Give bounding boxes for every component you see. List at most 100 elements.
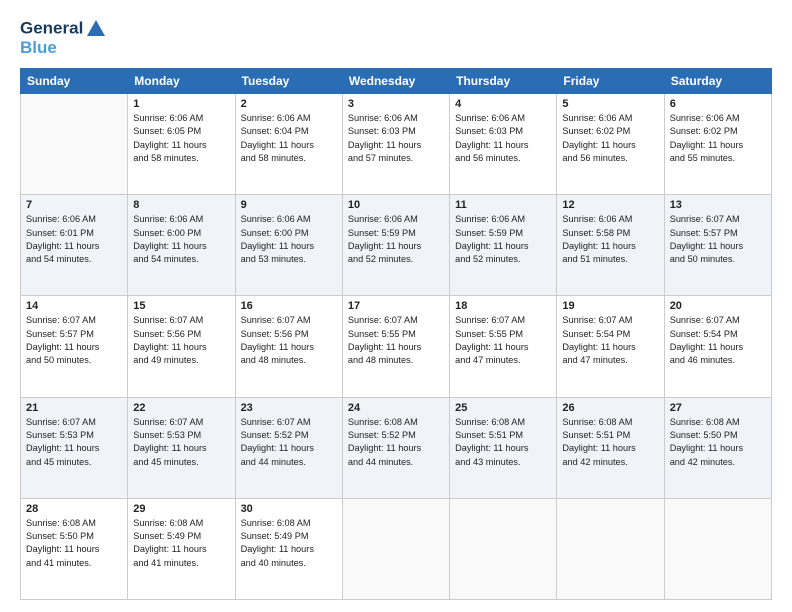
day-number: 2 — [241, 98, 337, 110]
day-info: Sunrise: 6:06 AMSunset: 5:59 PMDaylight:… — [455, 213, 551, 266]
calendar-week-3: 14 Sunrise: 6:07 AMSunset: 5:57 PMDayligh… — [21, 296, 772, 397]
day-info: Sunrise: 6:08 AMSunset: 5:50 PMDaylight:… — [670, 416, 766, 469]
calendar-cell: 5Sunrise: 6:06 AMSunset: 6:02 PMDaylight… — [557, 94, 664, 195]
day-info: Sunrise: 6:07 AMSunset: 5:54 PMDaylight:… — [670, 314, 766, 367]
day-number: 23 — [241, 402, 337, 414]
day-number: 16 — [241, 300, 337, 312]
calendar-cell: 16 Sunrise: 6:07 AMSunset: 5:56 PMDayligh… — [235, 296, 342, 397]
calendar-cell: 10 Sunrise: 6:06 AMSunset: 5:59 PMDayligh… — [342, 195, 449, 296]
calendar-cell: 29 Sunrise: 6:08 AMSunset: 5:49 PMDayligh… — [128, 498, 235, 599]
calendar-cell: 11 Sunrise: 6:06 AMSunset: 5:59 PMDayligh… — [450, 195, 557, 296]
day-number: 8 — [133, 199, 229, 211]
day-info: Sunrise: 6:07 AMSunset: 5:53 PMDaylight:… — [26, 416, 122, 469]
calendar-cell: 19 Sunrise: 6:07 AMSunset: 5:54 PMDayligh… — [557, 296, 664, 397]
calendar-week-5: 28Sunrise: 6:08 AMSunset: 5:50 PMDayligh… — [21, 498, 772, 599]
calendar-table: SundayMondayTuesdayWednesdayThursdayFrid… — [20, 68, 772, 600]
day-info: Sunrise: 6:06 AMSunset: 6:05 PMDaylight:… — [133, 112, 229, 165]
weekday-tuesday: Tuesday — [235, 69, 342, 94]
day-number: 17 — [348, 300, 444, 312]
weekday-thursday: Thursday — [450, 69, 557, 94]
calendar-cell: 30 Sunrise: 6:08 AMSunset: 5:49 PMDayligh… — [235, 498, 342, 599]
weekday-header-row: SundayMondayTuesdayWednesdayThursdayFrid… — [21, 69, 772, 94]
day-number: 29 — [133, 503, 229, 515]
day-number: 26 — [562, 402, 658, 414]
day-number: 14 — [26, 300, 122, 312]
day-info: Sunrise: 6:08 AMSunset: 5:49 PMDaylight:… — [241, 517, 337, 570]
calendar-week-4: 21 Sunrise: 6:07 AMSunset: 5:53 PMDayligh… — [21, 397, 772, 498]
calendar-cell: 8Sunrise: 6:06 AMSunset: 6:00 PMDaylight… — [128, 195, 235, 296]
day-number: 30 — [241, 503, 337, 515]
calendar-cell: 20 Sunrise: 6:07 AMSunset: 5:54 PMDayligh… — [664, 296, 771, 397]
day-info: Sunrise: 6:07 AMSunset: 5:57 PMDaylight:… — [670, 213, 766, 266]
weekday-saturday: Saturday — [664, 69, 771, 94]
day-info: Sunrise: 6:07 AMSunset: 5:52 PMDaylight:… — [241, 416, 337, 469]
day-info: Sunrise: 6:06 AMSunset: 6:01 PMDaylight:… — [26, 213, 122, 266]
calendar-cell: 27 Sunrise: 6:08 AMSunset: 5:50 PMDayligh… — [664, 397, 771, 498]
day-number: 3 — [348, 98, 444, 110]
page: General Blue SundayMondayTuesdayWednesda… — [0, 0, 792, 612]
day-number: 13 — [670, 199, 766, 211]
calendar-body: 1 Sunrise: 6:06 AMSunset: 6:05 PMDaylight… — [21, 94, 772, 600]
day-number: 10 — [348, 199, 444, 211]
day-info: Sunrise: 6:07 AMSunset: 5:56 PMDaylight:… — [241, 314, 337, 367]
calendar-cell — [21, 94, 128, 195]
header: General Blue — [20, 18, 772, 58]
calendar-cell: 28Sunrise: 6:08 AMSunset: 5:50 PMDayligh… — [21, 498, 128, 599]
day-info: Sunrise: 6:07 AMSunset: 5:54 PMDaylight:… — [562, 314, 658, 367]
calendar-cell: 21 Sunrise: 6:07 AMSunset: 5:53 PMDayligh… — [21, 397, 128, 498]
day-info: Sunrise: 6:06 AMSunset: 6:03 PMDaylight:… — [348, 112, 444, 165]
day-number: 19 — [562, 300, 658, 312]
day-number: 1 — [133, 98, 229, 110]
day-info: Sunrise: 6:06 AMSunset: 5:59 PMDaylight:… — [348, 213, 444, 266]
day-number: 18 — [455, 300, 551, 312]
logo: General Blue — [20, 18, 107, 58]
day-number: 20 — [670, 300, 766, 312]
day-info: Sunrise: 6:07 AMSunset: 5:56 PMDaylight:… — [133, 314, 229, 367]
day-number: 7 — [26, 199, 122, 211]
calendar-header: SundayMondayTuesdayWednesdayThursdayFrid… — [21, 69, 772, 94]
day-number: 15 — [133, 300, 229, 312]
day-info: Sunrise: 6:06 AMSunset: 6:04 PMDaylight:… — [241, 112, 337, 165]
weekday-sunday: Sunday — [21, 69, 128, 94]
weekday-monday: Monday — [128, 69, 235, 94]
calendar-week-1: 1 Sunrise: 6:06 AMSunset: 6:05 PMDaylight… — [21, 94, 772, 195]
calendar-cell: 6Sunrise: 6:06 AMSunset: 6:02 PMDaylight… — [664, 94, 771, 195]
day-info: Sunrise: 6:06 AMSunset: 6:00 PMDaylight:… — [241, 213, 337, 266]
weekday-friday: Friday — [557, 69, 664, 94]
calendar-cell: 17 Sunrise: 6:07 AMSunset: 5:55 PMDayligh… — [342, 296, 449, 397]
day-number: 4 — [455, 98, 551, 110]
day-number: 24 — [348, 402, 444, 414]
day-info: Sunrise: 6:08 AMSunset: 5:51 PMDaylight:… — [455, 416, 551, 469]
calendar-week-2: 7 Sunrise: 6:06 AMSunset: 6:01 PMDaylight… — [21, 195, 772, 296]
day-number: 9 — [241, 199, 337, 211]
day-number: 21 — [26, 402, 122, 414]
calendar-cell: 1 Sunrise: 6:06 AMSunset: 6:05 PMDaylight… — [128, 94, 235, 195]
day-number: 11 — [455, 199, 551, 211]
calendar-cell: 18 Sunrise: 6:07 AMSunset: 5:55 PMDayligh… — [450, 296, 557, 397]
day-info: Sunrise: 6:06 AMSunset: 6:02 PMDaylight:… — [670, 112, 766, 165]
day-info: Sunrise: 6:06 AMSunset: 5:58 PMDaylight:… — [562, 213, 658, 266]
day-number: 25 — [455, 402, 551, 414]
logo-blue: Blue — [20, 38, 107, 58]
day-info: Sunrise: 6:07 AMSunset: 5:55 PMDaylight:… — [455, 314, 551, 367]
day-info: Sunrise: 6:06 AMSunset: 6:03 PMDaylight:… — [455, 112, 551, 165]
day-number: 12 — [562, 199, 658, 211]
calendar-cell: 24 Sunrise: 6:08 AMSunset: 5:52 PMDayligh… — [342, 397, 449, 498]
calendar-cell: 15 Sunrise: 6:07 AMSunset: 5:56 PMDayligh… — [128, 296, 235, 397]
calendar-cell: 4 Sunrise: 6:06 AMSunset: 6:03 PMDaylight… — [450, 94, 557, 195]
calendar-cell: 12 Sunrise: 6:06 AMSunset: 5:58 PMDayligh… — [557, 195, 664, 296]
calendar-cell — [450, 498, 557, 599]
day-info: Sunrise: 6:07 AMSunset: 5:55 PMDaylight:… — [348, 314, 444, 367]
calendar-cell: 2 Sunrise: 6:06 AMSunset: 6:04 PMDaylight… — [235, 94, 342, 195]
day-info: Sunrise: 6:06 AMSunset: 6:02 PMDaylight:… — [562, 112, 658, 165]
day-info: Sunrise: 6:08 AMSunset: 5:52 PMDaylight:… — [348, 416, 444, 469]
day-number: 22 — [133, 402, 229, 414]
day-info: Sunrise: 6:08 AMSunset: 5:51 PMDaylight:… — [562, 416, 658, 469]
calendar-cell: 13 Sunrise: 6:07 AMSunset: 5:57 PMDayligh… — [664, 195, 771, 296]
day-info: Sunrise: 6:08 AMSunset: 5:49 PMDaylight:… — [133, 517, 229, 570]
weekday-wednesday: Wednesday — [342, 69, 449, 94]
day-number: 27 — [670, 402, 766, 414]
day-info: Sunrise: 6:07 AMSunset: 5:57 PMDaylight:… — [26, 314, 122, 367]
logo-text: General — [20, 18, 107, 40]
calendar-cell: 7 Sunrise: 6:06 AMSunset: 6:01 PMDaylight… — [21, 195, 128, 296]
